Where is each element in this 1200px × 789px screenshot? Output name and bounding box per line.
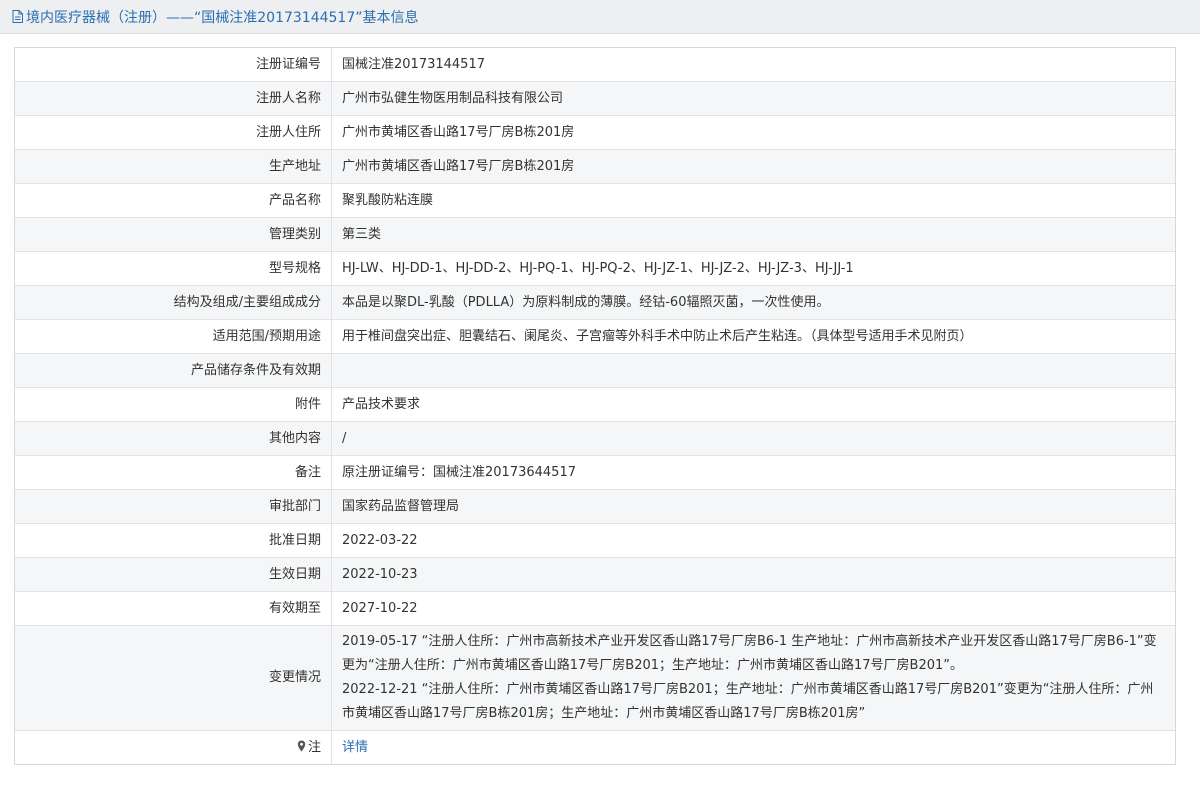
field-label: 变更情况	[15, 625, 332, 731]
field-value: 广州市黄埔区香山路17号厂房B栋201房	[331, 149, 1175, 184]
field-value: 本品是以聚DL-乳酸（PDLLA）为原料制成的薄膜。经钴-60辐照灭菌，一次性使…	[331, 285, 1175, 320]
table-row: 有效期至 2027-10-22	[15, 591, 1175, 626]
table-row: 注册证编号 国械注准20173144517	[15, 48, 1175, 82]
field-value: 用于椎间盘突出症、胆囊结石、阑尾炎、子宫瘤等外科手术中防止术后产生粘连。（具体型…	[331, 319, 1175, 354]
table-row: 附件 产品技术要求	[15, 387, 1175, 422]
field-label: 产品储存条件及有效期	[15, 353, 332, 388]
table-row: 生效日期 2022-10-23	[15, 557, 1175, 592]
change-history: 2019-05-17 “注册人住所：广州市高新技术产业开发区香山路17号厂房B6…	[331, 625, 1175, 731]
field-label: 审批部门	[15, 489, 332, 524]
table-row: 审批部门 国家药品监督管理局	[15, 489, 1175, 524]
table-row: 管理类别 第三类	[15, 217, 1175, 252]
table-row: 注册人住所 广州市黄埔区香山路17号厂房B栋201房	[15, 115, 1175, 150]
field-value: 产品技术要求	[331, 387, 1175, 422]
field-value: 2022-03-22	[331, 523, 1175, 558]
field-value: HJ-LW、HJ-DD-1、HJ-DD-2、HJ-PQ-1、HJ-PQ-2、HJ…	[331, 251, 1175, 286]
field-label: 管理类别	[15, 217, 332, 252]
field-value	[331, 353, 1175, 388]
field-label: 适用范围/预期用途	[15, 319, 332, 354]
field-value: 第三类	[331, 217, 1175, 252]
change-entry: 2022-12-21 “注册人住所：广州市黄埔区香山路17号厂房B201；生产地…	[342, 682, 1154, 721]
change-entry: 2019-05-17 “注册人住所：广州市高新技术产业开发区香山路17号厂房B6…	[342, 634, 1157, 673]
info-table: 注册证编号 国械注准20173144517 注册人名称 广州市弘健生物医用制品科技有限…	[15, 48, 1175, 764]
table-row: 备注 原注册证编号：国械注准20173644517	[15, 455, 1175, 490]
table-row: 其他内容 /	[15, 421, 1175, 456]
table-row: 生产地址 广州市黄埔区香山路17号厂房B栋201房	[15, 149, 1175, 184]
table-row: 产品名称 聚乳酸防粘连膜	[15, 183, 1175, 218]
page-header: 境内医疗器械（注册）——“国械注准20173144517”基本信息	[0, 0, 1200, 34]
field-label: 结构及组成/主要组成成分	[15, 285, 332, 320]
table-row: 产品储存条件及有效期	[15, 353, 1175, 388]
field-value: 2022-10-23	[331, 557, 1175, 592]
field-label: 批准日期	[15, 523, 332, 558]
note-value: 详情	[331, 730, 1175, 764]
field-value: 原注册证编号：国械注准20173644517	[331, 455, 1175, 490]
document-icon	[12, 10, 23, 23]
field-value: 广州市黄埔区香山路17号厂房B栋201房	[331, 115, 1175, 150]
field-value: 广州市弘健生物医用制品科技有限公司	[331, 81, 1175, 116]
table-row: 变更情况 2019-05-17 “注册人住所：广州市高新技术产业开发区香山路17号…	[15, 625, 1175, 731]
info-table-container: 注册证编号 国械注准20173144517 注册人名称 广州市弘健生物医用制品科技有限…	[14, 47, 1176, 765]
field-label: 注册证编号	[15, 48, 332, 82]
table-row: 型号规格 HJ-LW、HJ-DD-1、HJ-DD-2、HJ-PQ-1、HJ-PQ-…	[15, 251, 1175, 286]
table-row: 注 详情	[15, 730, 1175, 764]
page-title: 境内医疗器械（注册）——“国械注准20173144517”基本信息	[26, 9, 419, 26]
note-label-cell: 注	[15, 730, 332, 764]
table-row: 适用范围/预期用途 用于椎间盘突出症、胆囊结石、阑尾炎、子宫瘤等外科手术中防止术后…	[15, 319, 1175, 354]
table-row: 结构及组成/主要组成成分 本品是以聚DL-乳酸（PDLLA）为原料制成的薄膜。经钴…	[15, 285, 1175, 320]
field-label: 注册人名称	[15, 81, 332, 116]
details-link[interactable]: 详情	[342, 740, 368, 755]
field-label: 备注	[15, 455, 332, 490]
note-label: 注	[307, 739, 321, 755]
field-label: 产品名称	[15, 183, 332, 218]
field-value: 聚乳酸防粘连膜	[331, 183, 1175, 218]
field-value: 国械注准20173144517	[331, 48, 1175, 82]
field-label: 型号规格	[15, 251, 332, 286]
field-value: 国家药品监督管理局	[331, 489, 1175, 524]
table-row: 注册人名称 广州市弘健生物医用制品科技有限公司	[15, 81, 1175, 116]
field-label: 其他内容	[15, 421, 332, 456]
field-label: 有效期至	[15, 591, 332, 626]
field-label: 附件	[15, 387, 332, 422]
field-label: 生产地址	[15, 149, 332, 184]
field-value: /	[331, 421, 1175, 456]
location-pin-icon	[297, 738, 306, 751]
field-label: 注册人住所	[15, 115, 332, 150]
table-row: 批准日期 2022-03-22	[15, 523, 1175, 558]
field-label: 生效日期	[15, 557, 332, 592]
field-value: 2027-10-22	[331, 591, 1175, 626]
